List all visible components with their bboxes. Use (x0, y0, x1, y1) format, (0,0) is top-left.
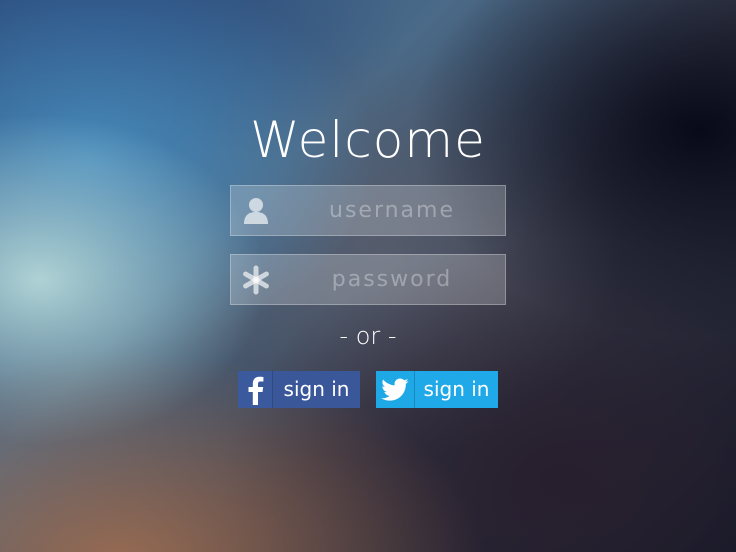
password-field[interactable] (230, 254, 506, 305)
facebook-sign-in-button[interactable]: sign in (238, 371, 360, 408)
twitter-sign-in-label: sign in (423, 376, 490, 401)
or-divider: - or - (339, 322, 397, 350)
twitter-icon (376, 371, 415, 408)
username-input[interactable] (281, 186, 503, 235)
password-input[interactable] (281, 255, 503, 304)
facebook-sign-in-label: sign in (283, 376, 350, 401)
username-field[interactable] (230, 185, 506, 236)
asterisk-icon (241, 265, 271, 295)
facebook-icon (238, 371, 273, 408)
twitter-sign-in-button[interactable]: sign in (376, 371, 498, 408)
user-icon (241, 196, 271, 226)
page-title: Welcome (250, 111, 486, 169)
